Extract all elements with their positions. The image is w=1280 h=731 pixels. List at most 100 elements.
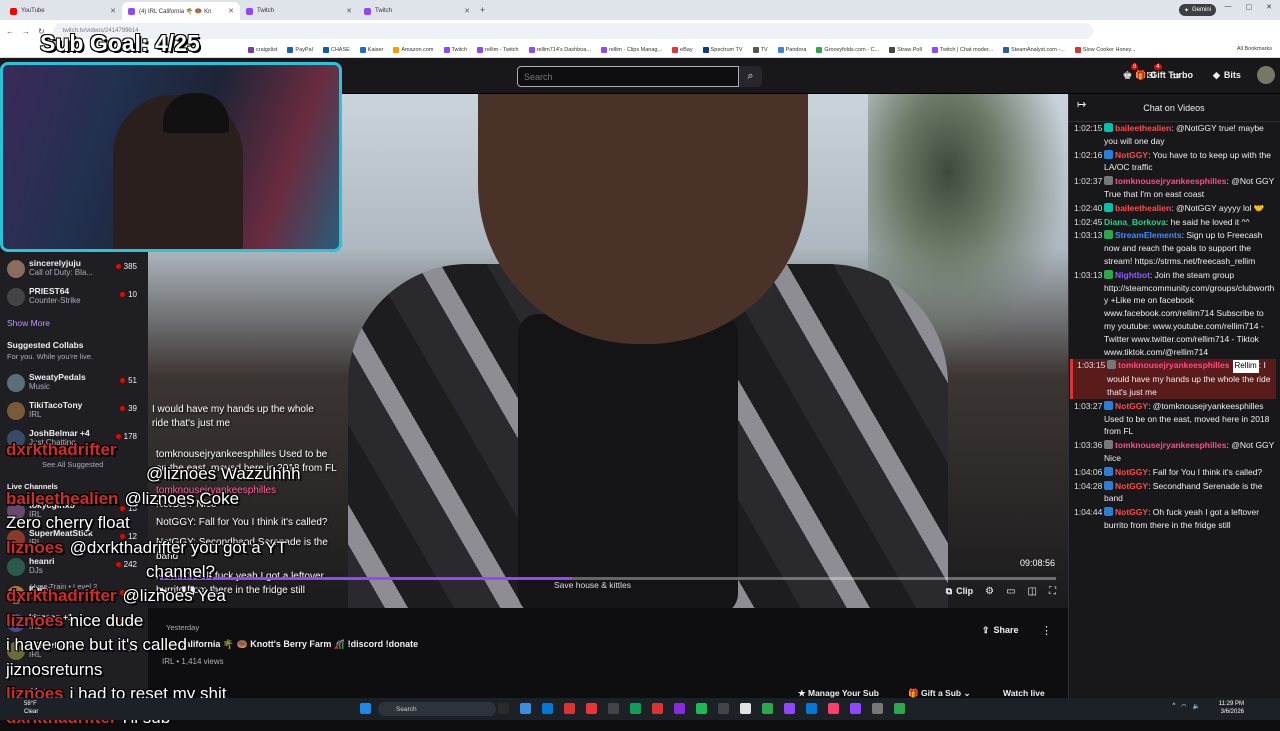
bookmark-item[interactable]: TV: [752, 46, 768, 53]
clock-date: 3/6/2026: [1220, 709, 1244, 715]
taskbar-app-icon[interactable]: [674, 703, 685, 714]
taskbar-app-icon[interactable]: [872, 703, 883, 714]
bits-button[interactable]: ◆ Bits: [1213, 70, 1241, 81]
tab-close-icon[interactable]: ✕: [346, 7, 352, 15]
show-more-link[interactable]: Show More: [7, 318, 50, 328]
chevron-up-icon[interactable]: ^: [1172, 703, 1175, 710]
bookmark-item[interactable]: Pandora: [777, 46, 806, 53]
taskbar-app-icon[interactable]: [630, 703, 641, 714]
taskbar-app-icon[interactable]: [360, 703, 371, 714]
bookmark-item[interactable]: CHASE: [322, 46, 350, 53]
sidebar-channel[interactable]: PRIEST64 Counter-Strike 10: [7, 286, 147, 312]
url-field[interactable]: twitch.tv/videos/2414799614: [52, 23, 1093, 39]
taskbar-clock[interactable]: 11:29 PM 3/6/2026: [1219, 700, 1244, 716]
chat-username[interactable]: baileethealien: [1115, 123, 1171, 133]
fullscreen-icon[interactable]: ⛶: [1049, 586, 1056, 597]
minimize-icon[interactable]: —: [1225, 3, 1232, 11]
taskbar-app-icon[interactable]: [850, 703, 861, 714]
chat-username[interactable]: tomknousejryankeesphilles: [1115, 440, 1227, 450]
taskbar-app-icon[interactable]: [784, 703, 795, 714]
bookmark-item[interactable]: craigslist: [248, 46, 277, 53]
forward-icon[interactable]: →: [22, 27, 30, 36]
chat-message: 1:02:16 NotGGY: You have to to keep up wi…: [1070, 149, 1276, 175]
taskbar-app-icon[interactable]: [762, 703, 773, 714]
browser-tab[interactable]: Twitch ✕: [240, 2, 358, 20]
taskbar-app-icon[interactable]: [498, 703, 509, 714]
tab-close-icon[interactable]: ✕: [228, 7, 234, 15]
theatre-mode-icon[interactable]: ▭: [1006, 586, 1015, 597]
chat-timestamp: 1:04:44: [1074, 507, 1103, 518]
sidebar-channel[interactable]: TikiTacoTony IRL 39: [7, 400, 147, 426]
bookmark-item[interactable]: SteamAnalyst.com -...: [1003, 46, 1065, 53]
tab-close-icon[interactable]: ✕: [464, 7, 470, 15]
bookmark-item[interactable]: Kaiser: [359, 46, 383, 53]
settings-gear-icon[interactable]: ⚙: [985, 586, 994, 597]
browser-tab[interactable]: YouTube ✕: [4, 2, 122, 20]
taskbar-app-icon[interactable]: [542, 703, 553, 714]
taskbar-app-icon[interactable]: [894, 703, 905, 714]
taskbar-app-icon[interactable]: [564, 703, 575, 714]
speaker-icon[interactable]: 🔈: [1193, 703, 1200, 710]
new-tab-button[interactable]: +: [480, 5, 485, 15]
pip-icon[interactable]: ◫: [1028, 586, 1037, 597]
chat-username[interactable]: NotGGY: [1115, 150, 1148, 160]
search-input[interactable]: [517, 66, 739, 87]
more-options-icon[interactable]: ⋮: [1041, 624, 1052, 637]
chat-username[interactable]: tomknousejryankeesphilles: [1115, 176, 1227, 186]
bookmark-item[interactable]: Groovyfolds.com - C...: [816, 46, 879, 53]
gemini-label: Gemini: [1191, 7, 1211, 13]
channel-game: IRL: [29, 410, 42, 419]
bookmark-item[interactable]: rellim714's Dashboa...: [528, 46, 591, 53]
bookmark-item[interactable]: eBay: [672, 46, 693, 53]
taskbar-app-icon[interactable]: [586, 703, 597, 714]
chat-username[interactable]: Diana_Borkova: [1104, 217, 1166, 227]
chat-username[interactable]: NotGGY: [1115, 481, 1148, 491]
close-icon[interactable]: ✕: [1266, 3, 1272, 11]
tab-close-icon[interactable]: ✕: [110, 7, 116, 15]
taskbar-app-icon[interactable]: [520, 703, 531, 714]
bookmark-item[interactable]: Slow Cooker Honey...: [1074, 46, 1136, 53]
taskbar-app-icon[interactable]: [652, 703, 663, 714]
chat-username[interactable]: NotGGY: [1115, 401, 1148, 411]
gemini-button[interactable]: ✦ Gemini: [1178, 4, 1216, 16]
taskbar-app-icon[interactable]: [740, 703, 751, 714]
wifi-icon[interactable]: ◠: [1181, 703, 1186, 710]
bookmark-item[interactable]: Spectrum TV: [702, 46, 743, 53]
share-button[interactable]: ⇪ Share: [982, 625, 1019, 636]
bookmark-item[interactable]: Twitch: [443, 46, 467, 53]
bookmark-favicon-icon: [1003, 46, 1009, 53]
bookmark-item[interactable]: Straw Poll: [889, 46, 922, 53]
chat-username[interactable]: tomknousejryankeesphilles: [1118, 360, 1230, 370]
taskbar-app-icon[interactable]: [806, 703, 817, 714]
bookmark-item[interactable]: rellim - Twitch: [477, 46, 519, 53]
chat-username[interactable]: NotGGY: [1115, 507, 1148, 517]
prime-crown-icon[interactable]: ♚ 8: [1123, 64, 1139, 82]
sidebar-channel[interactable]: SweatyPedals Music 51: [7, 372, 147, 398]
bookmark-item[interactable]: PayPal: [287, 46, 313, 53]
browser-tab[interactable]: (4) IRL California 🌴 🍩 Kn ✕: [122, 2, 240, 20]
browser-tab[interactable]: Twitch ✕: [358, 2, 476, 20]
chat-username[interactable]: StreamElements: [1115, 230, 1182, 240]
gift-turbo-button[interactable]: 🎁 Gift Turbo: [1135, 70, 1193, 81]
search-button[interactable]: ⌕: [739, 66, 762, 87]
weather-widget[interactable]: 58°F Clear: [24, 700, 38, 716]
avatar[interactable]: [1257, 66, 1275, 84]
collapse-chat-icon[interactable]: ↦: [1077, 98, 1086, 111]
clip-button[interactable]: ⧉ Clip: [946, 586, 973, 597]
taskbar-app-icon[interactable]: [718, 703, 729, 714]
taskbar-app-icon[interactable]: [828, 703, 839, 714]
chat-username[interactable]: baileethealien: [1115, 203, 1171, 213]
maximize-icon[interactable]: ▢: [1246, 3, 1253, 11]
sidebar-channel[interactable]: sincerelyjuju Call of Duty: Bla... 385: [7, 258, 147, 284]
bookmark-item[interactable]: rellim - Clips Manag...: [600, 46, 662, 53]
taskbar-app-icon[interactable]: [696, 703, 707, 714]
bookmark-item[interactable]: Twitch | Chat moder...: [931, 46, 993, 53]
bits-label: Bits: [1223, 70, 1241, 80]
chat-username[interactable]: NotGGY: [1115, 467, 1148, 477]
watch-live-button[interactable]: Watch live: [1003, 688, 1045, 698]
all-bookmarks[interactable]: All Bookmarks: [1237, 46, 1272, 52]
chat-username[interactable]: Nightbot: [1115, 270, 1150, 280]
bookmark-item[interactable]: Amazon.com: [393, 46, 434, 53]
taskbar-app-icon[interactable]: [608, 703, 619, 714]
back-icon[interactable]: ←: [6, 27, 14, 36]
